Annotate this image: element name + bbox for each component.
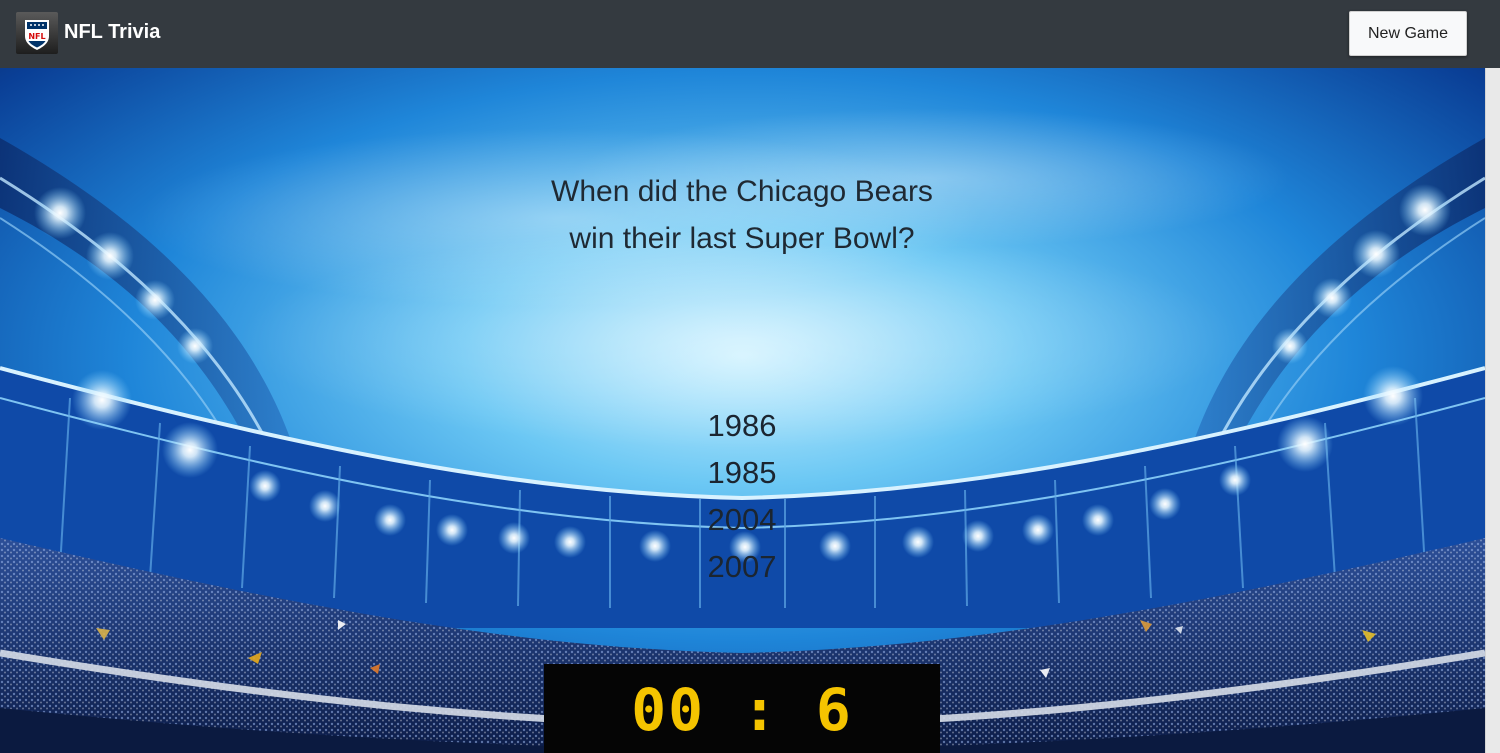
timer-seconds: 6 <box>815 676 853 744</box>
answer-option[interactable]: 1986 <box>642 402 842 449</box>
answer-option[interactable]: 2007 <box>642 543 842 590</box>
new-game-button[interactable]: New Game <box>1349 11 1467 56</box>
logo-text: NFL <box>28 32 45 41</box>
nfl-shield-logo-icon[interactable]: NFL <box>16 12 58 54</box>
countdown-timer: 00 : 6 <box>544 678 940 742</box>
navbar: NFL NFL Trivia New Game <box>0 0 1500 68</box>
question-text: When did the Chicago Bears win their las… <box>551 175 933 255</box>
timer-minutes: 00 <box>631 676 706 744</box>
timer-separator: : <box>742 676 779 744</box>
app-title[interactable]: NFL Trivia <box>64 20 160 44</box>
scrollbar[interactable] <box>1485 68 1500 753</box>
stadium-background: When did the Chicago Bears win their las… <box>0 68 1485 753</box>
scoreboard: 00 : 6 <box>544 664 940 753</box>
answer-option[interactable]: 1985 <box>642 449 842 496</box>
answer-option[interactable]: 2004 <box>642 496 842 543</box>
answer-list: 1986 1985 2004 2007 <box>642 402 842 590</box>
